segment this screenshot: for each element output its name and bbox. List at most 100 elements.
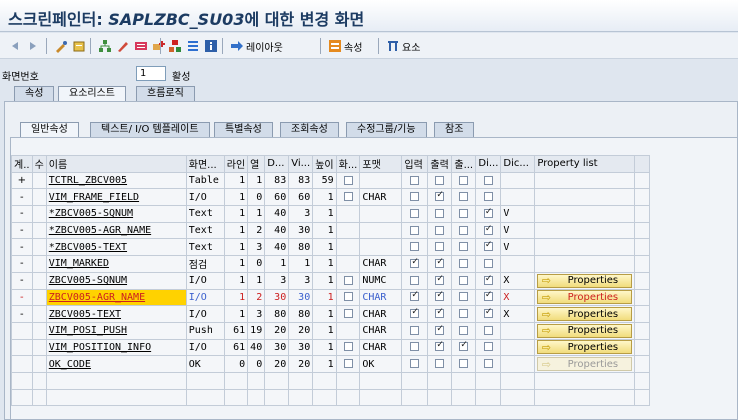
element-input[interactable] xyxy=(401,255,429,273)
table-row[interactable]: OK_CODE OK 0 0 20 20 1 OK ⇨ Properties xyxy=(11,355,651,373)
element-output-checkbox[interactable] xyxy=(435,340,445,352)
tab-display-attributes[interactable]: 조회속성 xyxy=(280,122,339,137)
element-dict-field-checkbox[interactable] xyxy=(483,207,493,218)
element-visible-length[interactable]: 83 xyxy=(288,171,314,190)
element-visible-length[interactable]: 30 xyxy=(288,288,314,307)
column-header[interactable]: Property list xyxy=(534,155,636,173)
element-column[interactable]: 3 xyxy=(247,238,266,257)
element-name-link[interactable]: OK_CODE xyxy=(45,355,187,373)
row-expand-marker[interactable]: - xyxy=(11,205,33,223)
insert-icon[interactable] xyxy=(152,39,166,53)
element-name-link[interactable]: ZBCV005-SQNUM xyxy=(45,271,187,290)
table-row[interactable]: -*ZBCV005-AGR_NAMEText1240301V xyxy=(11,221,651,240)
element-output-only[interactable] xyxy=(451,288,477,307)
element-output[interactable] xyxy=(427,238,453,257)
element-output-only[interactable] xyxy=(451,238,477,257)
element-dict-field[interactable] xyxy=(475,338,502,357)
table-row[interactable]: -*ZBCV005-TEXTText1340801V xyxy=(11,238,651,257)
column-header[interactable]: 높이 xyxy=(312,155,337,173)
element-output-only-checkbox[interactable] xyxy=(459,258,469,268)
properties-button[interactable]: ⇨ Properties xyxy=(537,323,633,338)
align-icon[interactable] xyxy=(186,39,200,53)
element-height[interactable]: 1 xyxy=(312,221,337,240)
element-output-only[interactable] xyxy=(451,205,477,223)
element-name-link[interactable]: VIM_POSITION_INFO xyxy=(45,338,187,357)
element-name-link[interactable]: ZBCV005-AGR_NAME xyxy=(45,288,187,307)
element-output-checkbox[interactable] xyxy=(435,175,445,185)
element-dict-field[interactable] xyxy=(475,171,502,190)
table-row[interactable]: -ZBCV005-AGR_NAMEI/O1230301CHARX⇨Propert… xyxy=(11,288,651,307)
element-output-only-checkbox[interactable] xyxy=(459,192,469,202)
element-height[interactable]: 1 xyxy=(312,355,337,373)
element-output-only[interactable] xyxy=(451,338,477,357)
element-input-checkbox[interactable] xyxy=(410,359,420,369)
row-expand-marker[interactable]: - xyxy=(11,188,33,207)
row-expand-marker[interactable]: - xyxy=(11,305,33,323)
element-defined-length[interactable]: 83 xyxy=(264,171,290,190)
element-visible-length[interactable]: 20 xyxy=(288,355,314,373)
element-input[interactable] xyxy=(401,271,429,290)
properties-button[interactable]: ⇨ Properties xyxy=(537,340,633,355)
element-dict-field[interactable] xyxy=(475,255,502,273)
table-row[interactable]: - VIM_FRAME_FIELD I/O 1 0 60 60 1 CHAR xyxy=(11,188,651,207)
element-output-only-checkbox[interactable] xyxy=(459,309,469,319)
element-dict-field-checkbox[interactable] xyxy=(483,192,493,202)
layout-button[interactable]: 레이아웃 xyxy=(228,37,283,55)
tab-flow-logic[interactable]: 흐름로직 xyxy=(136,86,195,101)
tab-element-list[interactable]: 요소리스트 xyxy=(58,86,126,101)
element-dict-field[interactable] xyxy=(475,221,502,240)
table-row[interactable]: - VIM_MARKED 점검 1 0 1 1 1 CHAR xyxy=(11,255,651,273)
element-output-only-checkbox[interactable] xyxy=(459,208,469,218)
element-defined-length[interactable]: 20 xyxy=(264,321,290,340)
row-expand-marker[interactable]: - xyxy=(11,271,33,290)
element-height[interactable]: 1 xyxy=(312,188,337,207)
row-expand-marker[interactable]: - xyxy=(11,288,33,307)
element-height[interactable]: 1 xyxy=(312,321,337,340)
element-input[interactable] xyxy=(401,338,429,357)
element-height[interactable]: 1 xyxy=(312,271,337,290)
element-input[interactable] xyxy=(401,355,429,373)
element-output-only[interactable] xyxy=(451,221,477,240)
element-scrollable-checkbox[interactable] xyxy=(343,192,353,202)
column-header[interactable]: 화... xyxy=(335,155,361,173)
tab-general-attributes[interactable]: 일반속성 xyxy=(20,122,79,137)
element-column[interactable]: 19 xyxy=(247,321,266,340)
element-dict-field-checkbox[interactable] xyxy=(483,175,493,185)
element-output[interactable] xyxy=(427,305,453,323)
element-dict-field-checkbox[interactable] xyxy=(483,325,493,335)
element-visible-length[interactable]: 30 xyxy=(288,221,314,240)
element-output-only-checkbox[interactable] xyxy=(459,292,469,302)
element-input-checkbox[interactable] xyxy=(410,225,420,235)
element-scrollable[interactable] xyxy=(335,171,361,190)
display-change-icon[interactable] xyxy=(54,39,68,53)
element-dict-field[interactable] xyxy=(475,188,502,207)
element-dict-field-checkbox[interactable] xyxy=(483,307,493,319)
table-row[interactable]: VIM_POSITION_INFOI/O614030301CHAR⇨Proper… xyxy=(11,338,651,357)
element-visible-length[interactable]: 30 xyxy=(288,338,314,357)
element-name-link[interactable]: VIM_FRAME_FIELD xyxy=(45,188,187,207)
element-visible-length[interactable]: 3 xyxy=(288,205,314,223)
table-row[interactable]: -ZBCV005-SQNUMI/O11331NUMCX⇨Properties xyxy=(11,271,651,290)
element-line[interactable]: 1 xyxy=(223,288,249,307)
column-header[interactable]: 화면... xyxy=(185,155,225,173)
element-output[interactable] xyxy=(427,338,453,357)
element-height[interactable]: 1 xyxy=(312,338,337,357)
element-name-link[interactable]: TCTRL_ZBCV005 xyxy=(45,171,187,190)
element-column[interactable]: 0 xyxy=(247,188,266,207)
column-header[interactable]: 이름 xyxy=(45,155,187,173)
element-output-only-checkbox[interactable] xyxy=(459,242,469,252)
element-defined-length[interactable]: 40 xyxy=(264,221,290,240)
element-output-checkbox[interactable] xyxy=(435,359,445,369)
element-output-checkbox[interactable] xyxy=(435,190,445,202)
element-dict-field-checkbox[interactable] xyxy=(483,258,493,268)
graphical-layout-icon[interactable] xyxy=(168,39,182,53)
column-header[interactable]: 열 xyxy=(247,155,266,173)
element-output-only[interactable] xyxy=(451,355,477,373)
elements-button[interactable]: 요소 xyxy=(384,37,420,55)
column-header[interactable]: 포맷 xyxy=(359,155,403,173)
element-input[interactable] xyxy=(401,288,429,307)
element-scrollable-checkbox[interactable] xyxy=(343,342,353,352)
element-input-checkbox[interactable] xyxy=(410,242,420,252)
column-header[interactable]: 수 xyxy=(31,155,47,173)
element-dict-field-checkbox[interactable] xyxy=(483,224,493,235)
